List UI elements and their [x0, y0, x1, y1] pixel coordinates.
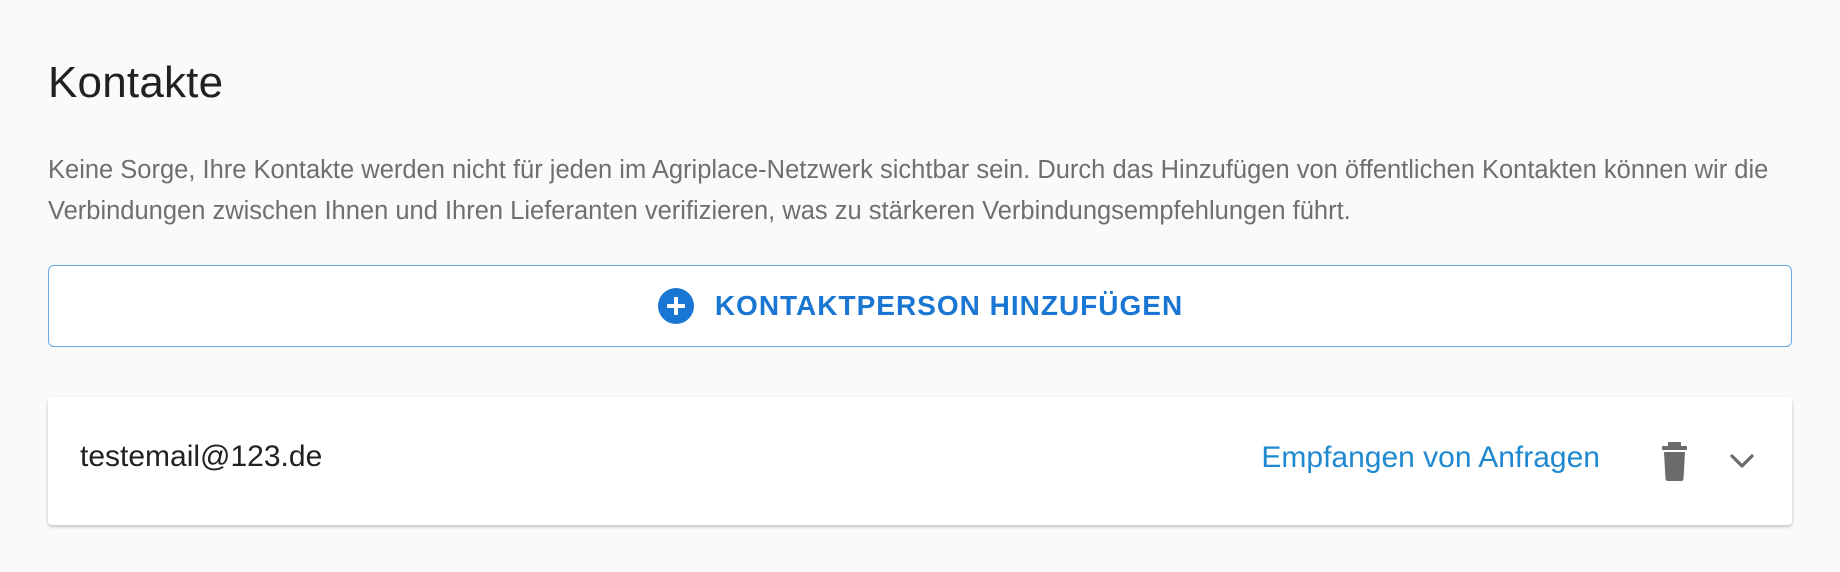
add-contact-button[interactable]: KONTAKTPERSON HINZUFÜGEN: [48, 265, 1792, 347]
page-title: Kontakte: [48, 58, 224, 107]
intro-text: Keine Sorge, Ihre Kontakte werden nicht …: [48, 156, 1769, 225]
add-contact-label: KONTAKTPERSON HINZUFÜGEN: [714, 290, 1184, 321]
chevron-down-icon[interactable]: [1726, 445, 1758, 477]
receive-requests-link[interactable]: Empfangen von Anfragen: [1261, 441, 1600, 475]
contacts-page: Kontakte Keine Sorge, Ihre Kontakte werd…: [0, 0, 1840, 572]
contact-email: testemail@123.de: [80, 440, 323, 473]
trash-icon[interactable]: [1659, 439, 1699, 483]
contact-card: testemail@123.de Empfangen von Anfragen: [48, 397, 1792, 525]
plus-circle-icon: [657, 287, 695, 325]
